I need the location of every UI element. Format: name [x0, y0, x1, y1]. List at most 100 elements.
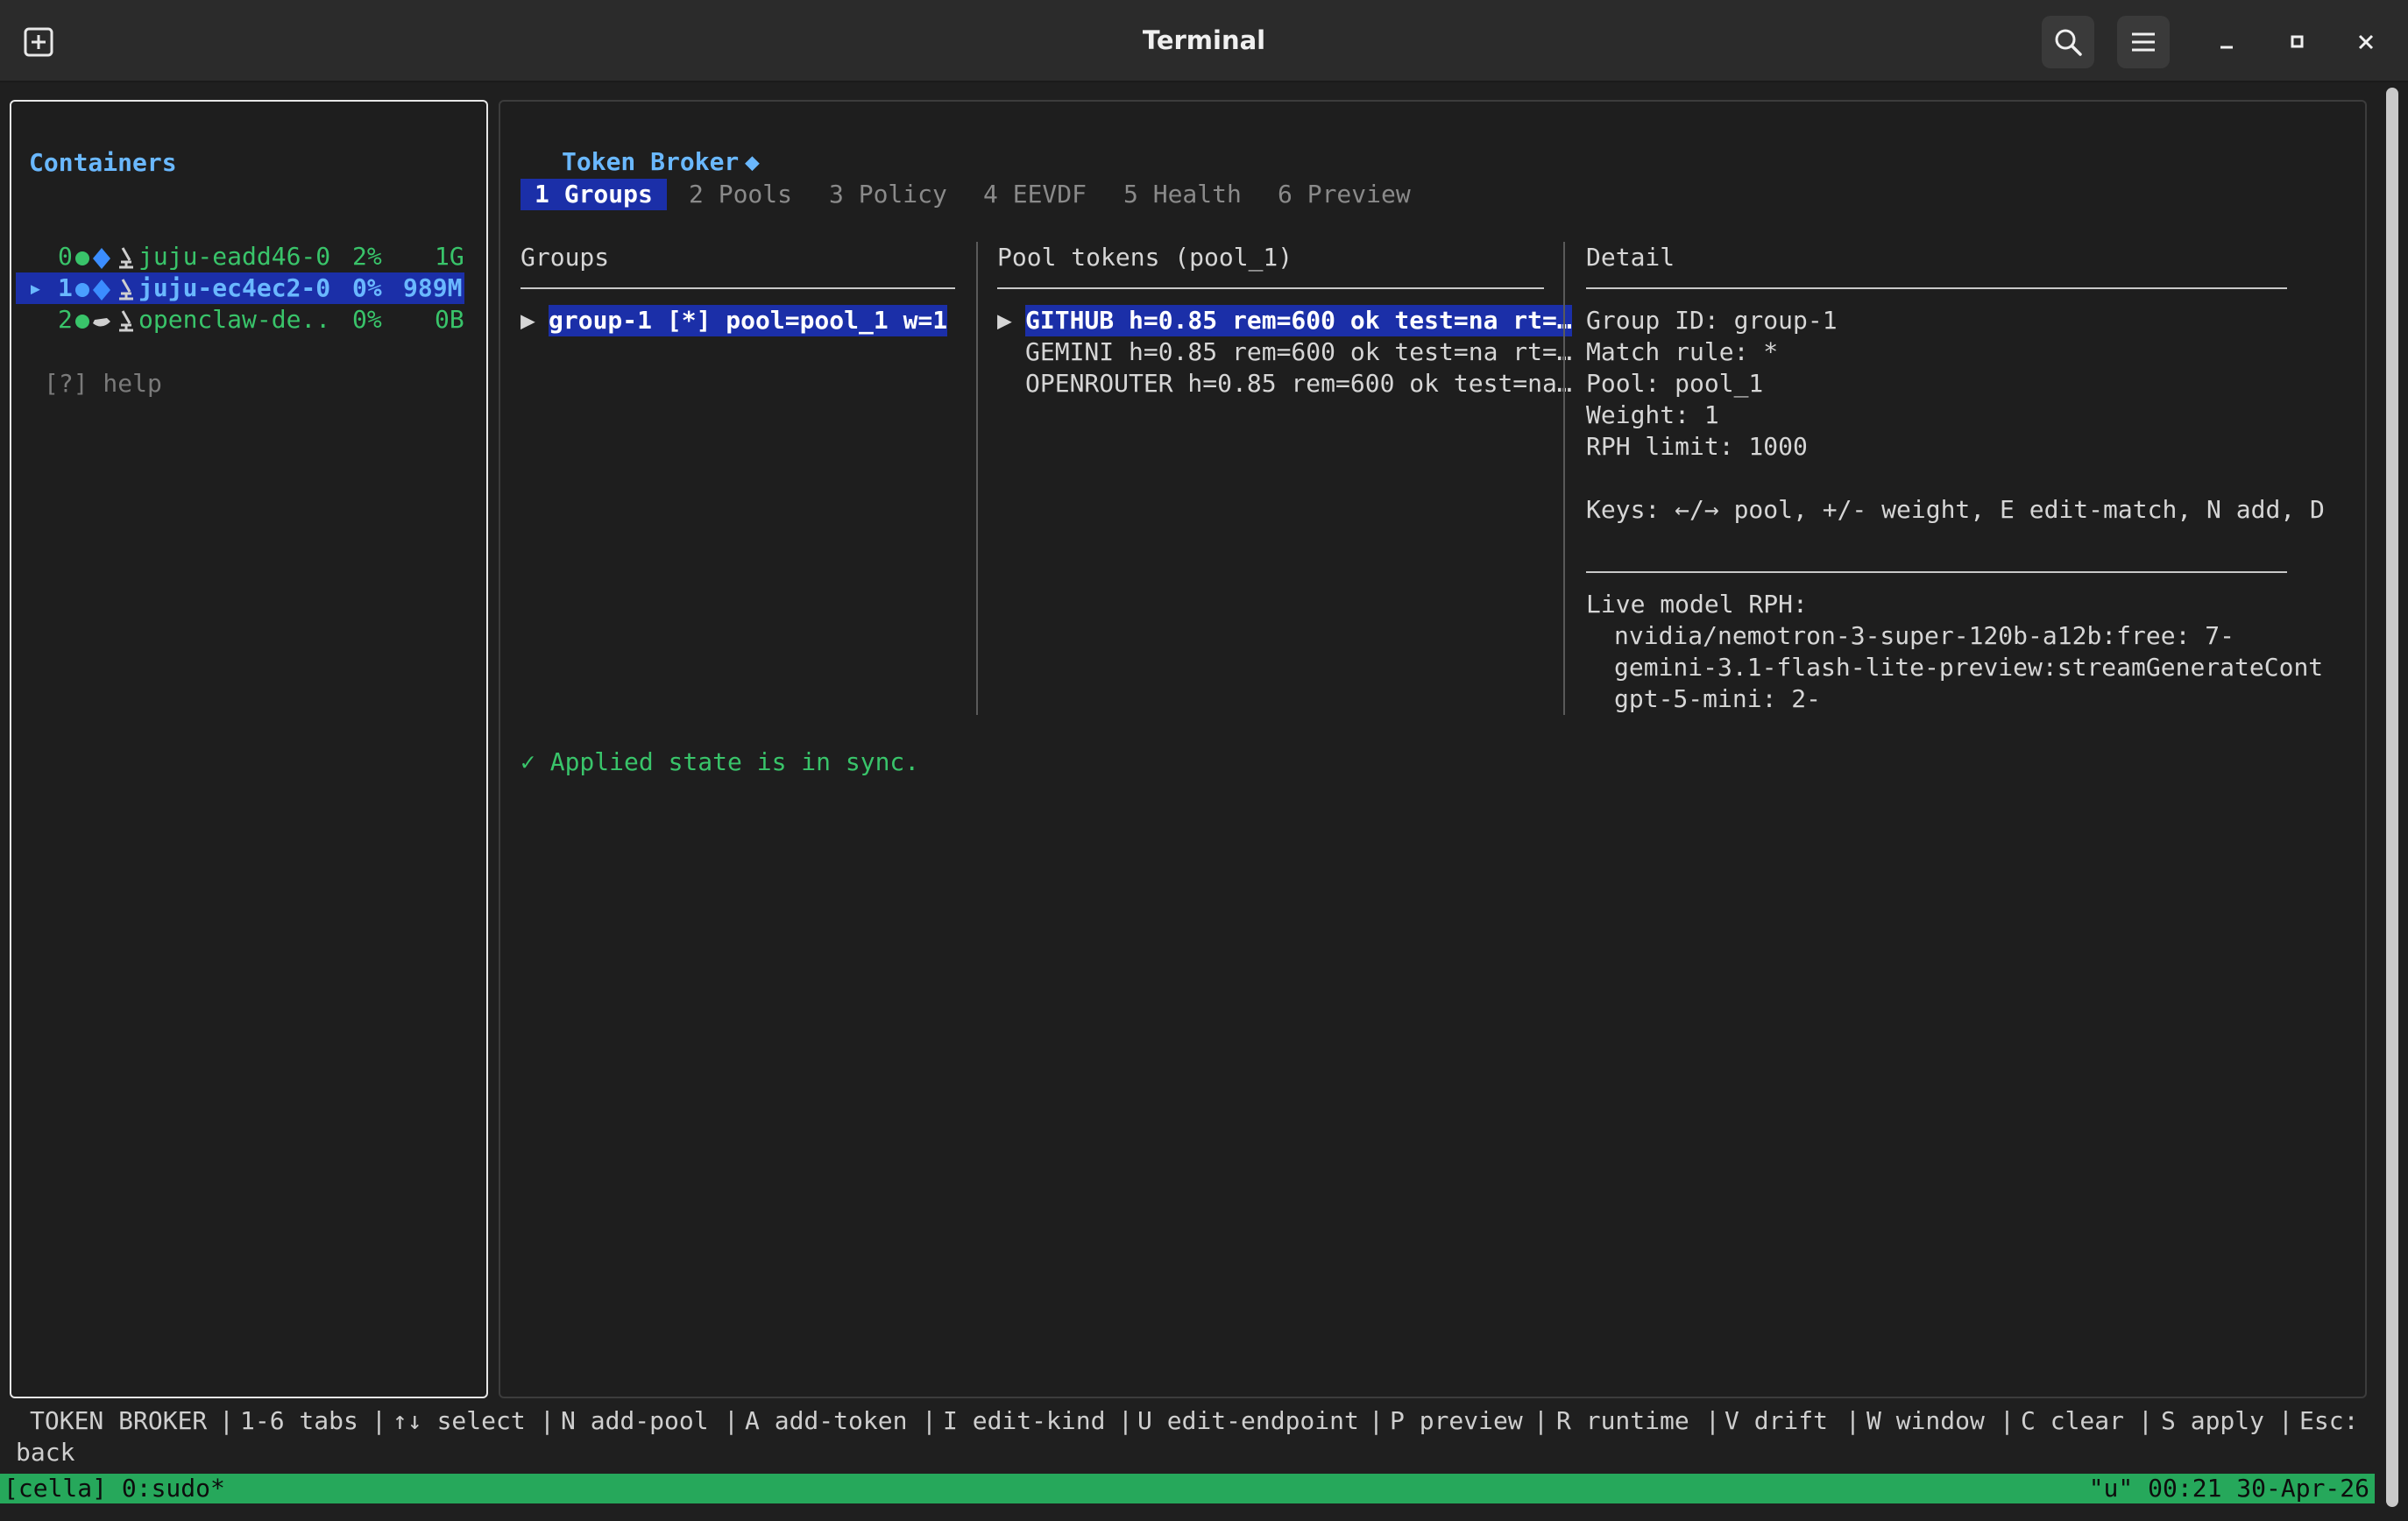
groups-header: Groups — [521, 243, 610, 272]
container-index: 1 — [58, 273, 73, 302]
helpbar-item: V drift — [1725, 1406, 1829, 1435]
detail-rph-limit: RPH limit: 1000 — [1586, 432, 1808, 461]
token-item-selected[interactable]: GITHUB h=0.85 rem=600 ok test=na rt=… — [1025, 305, 1572, 336]
container-index: 0 — [58, 242, 73, 271]
helpbar-item: W window — [1866, 1406, 1985, 1435]
microscope-icon — [119, 310, 133, 332]
helpbar-sep: | — [2138, 1406, 2153, 1435]
detail-divider — [1586, 287, 2287, 289]
containers-title: Containers — [29, 148, 177, 177]
column-separator — [976, 242, 978, 715]
microscope-icon — [119, 279, 133, 301]
tmux-status-bar: [cella] 0:sudo* "u" 00:21 30-Apr-26 — [0, 1474, 2375, 1503]
detail-keys-hint: Keys: ←/→ pool, +/- weight, E edit-match… — [1586, 495, 2325, 524]
container-cpu: 0% — [352, 273, 382, 302]
helpbar-wrap: back — [16, 1438, 75, 1467]
status-dot-icon — [75, 251, 89, 265]
container-row[interactable]: 2 openclaw-de.. 0% 0B — [16, 304, 464, 336]
maximize-icon — [2291, 35, 2304, 48]
microscope-icon — [119, 247, 133, 269]
group-pointer: ▶ — [521, 306, 535, 335]
group-item-selected[interactable]: group-1 [*] pool=pool_1 w=1 — [549, 305, 948, 336]
container-name: juju-eadd46-0 — [138, 242, 331, 271]
close-icon — [2358, 34, 2374, 50]
search-icon — [2055, 29, 2082, 56]
detail-divider-live — [1586, 571, 2287, 573]
tab-policy[interactable]: 3 Policy — [829, 179, 947, 210]
container-row-selected[interactable]: ▸ 1 juju-ec4ec2-0 0% 989M — [16, 272, 464, 304]
tab-pools[interactable]: 2 Pools — [689, 179, 792, 210]
maximize-button[interactable] — [2271, 16, 2324, 68]
container-cpu: 2% — [352, 242, 382, 271]
docker-whale-icon — [93, 318, 110, 327]
helpbar-item: I edit-kind — [943, 1406, 1106, 1435]
helpbar-item: S apply — [2161, 1406, 2265, 1435]
helpbar-sep: | — [2278, 1406, 2293, 1435]
help-bar: TOKEN BROKER | 1-6 tabs | ↑↓ select | N … — [0, 1405, 2383, 1472]
detail-match-rule: Match rule: * — [1586, 337, 1779, 366]
helpbar-sep: | — [724, 1406, 739, 1435]
diamond-icon — [93, 248, 110, 269]
diamond-icon — [93, 279, 110, 301]
diamond-icon: ◆ — [745, 147, 760, 176]
scrollbar[interactable] — [2386, 88, 2398, 1507]
live-rph-title: Live model RPH: — [1586, 590, 1808, 619]
helpbar-item: A add-token — [745, 1406, 908, 1435]
search-button[interactable] — [2042, 16, 2094, 68]
detail-group-id: Group ID: group-1 — [1586, 306, 1838, 335]
tmux-session: [cella] 0:sudo* — [4, 1474, 225, 1503]
window-titlebar: Terminal — [0, 0, 2408, 82]
container-row[interactable]: 0 juju-eadd46-0 2% 1G — [16, 241, 464, 272]
menu-button[interactable] — [2117, 16, 2170, 68]
sync-status: ✓ Applied state is in sync. — [521, 747, 920, 776]
minimize-icon — [2220, 46, 2233, 49]
tab-health[interactable]: 5 Health — [1123, 179, 1242, 210]
token-pointer: ▶ — [997, 306, 1012, 335]
helpbar-sep: | — [372, 1406, 386, 1435]
helpbar-item: U edit-endpoint — [1137, 1406, 1359, 1435]
row-pointer: ▸ — [28, 273, 43, 302]
helpbar-item: 1-6 tabs — [240, 1406, 358, 1435]
helpbar-mode: TOKEN BROKER — [30, 1406, 208, 1435]
status-dot-icon — [75, 283, 89, 297]
live-rph-line: gemini-3.1-flash-lite-preview:streamGene… — [1614, 653, 2324, 682]
helpbar-item: P preview — [1390, 1406, 1523, 1435]
hamburger-menu-icon — [2132, 32, 2155, 52]
pool-tokens-header: Pool tokens (pool_1) — [997, 243, 1293, 272]
help-hint[interactable]: [?] help — [44, 368, 162, 400]
helpbar-item: Esc: — [2299, 1406, 2359, 1435]
helpbar-sep: | — [1369, 1406, 1384, 1435]
helpbar-item: N add-pool — [561, 1406, 709, 1435]
helpbar-item: ↑↓ select — [393, 1406, 526, 1435]
helpbar-sep: | — [540, 1406, 555, 1435]
live-rph-line: gpt-5-mini: 2- — [1614, 684, 1822, 713]
pool-tokens-divider — [997, 287, 1544, 289]
tab-groups[interactable]: 1 Groups — [521, 179, 667, 210]
column-separator — [1563, 242, 1565, 715]
helpbar-sep: | — [219, 1406, 234, 1435]
helpbar-sep: | — [1845, 1406, 1860, 1435]
close-button[interactable] — [2340, 16, 2392, 68]
tab-preview[interactable]: 6 Preview — [1278, 179, 1411, 210]
detail-header: Detail — [1586, 243, 1675, 272]
tab-eevdf[interactable]: 4 EEVDF — [983, 179, 1087, 210]
container-mem: 1G — [435, 242, 464, 271]
helpbar-sep: | — [2000, 1406, 2015, 1435]
broker-title: Token Broker — [562, 147, 740, 176]
container-mem: 989M — [403, 273, 463, 302]
container-status-icons — [74, 304, 137, 343]
detail-pool: Pool: pool_1 — [1586, 369, 1764, 398]
helpbar-sep: | — [1705, 1406, 1720, 1435]
helpbar-sep: | — [922, 1406, 937, 1435]
token-item[interactable]: GEMINI h=0.85 rem=600 ok test=na rt=… — [1025, 336, 1572, 368]
container-name: juju-ec4ec2-0 — [138, 273, 331, 302]
helpbar-item: C clear — [2021, 1406, 2125, 1435]
groups-divider — [521, 287, 955, 289]
container-cpu: 0% — [352, 305, 382, 334]
detail-weight: Weight: 1 — [1586, 400, 1719, 429]
tmux-clock: "u" 00:21 30-Apr-26 — [2088, 1474, 2369, 1503]
container-mem: 0B — [435, 305, 464, 334]
minimize-button[interactable] — [2201, 16, 2254, 68]
token-item[interactable]: OPENROUTER h=0.85 rem=600 ok test=na… — [1025, 368, 1572, 400]
container-index: 2 — [58, 305, 73, 334]
